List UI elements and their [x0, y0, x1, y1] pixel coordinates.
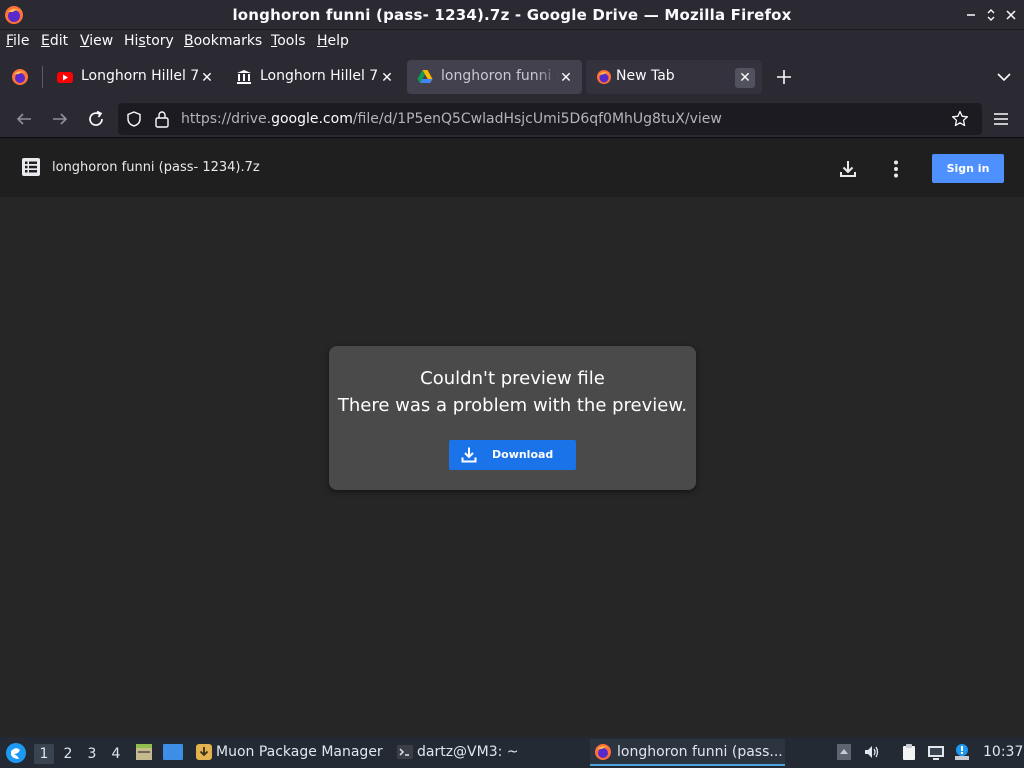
- hamburger-menu-icon[interactable]: [990, 108, 1012, 130]
- youtube-icon: [57, 69, 73, 85]
- scroll-arrow-icon[interactable]: [835, 743, 853, 761]
- lock-icon[interactable]: [154, 110, 170, 128]
- tab-label: Longhorn Hillel 7 (: [81, 68, 199, 84]
- tab-drive-active[interactable]: longhoron funni (p ✕: [407, 60, 582, 94]
- app-launcher-icon[interactable]: [5, 742, 27, 764]
- package-manager-icon: [195, 743, 213, 761]
- tab-youtube-1[interactable]: Longhorn Hillel 7 ( ✕: [47, 60, 221, 94]
- close-tab-icon[interactable]: ✕: [556, 68, 576, 88]
- task-label: dartz@VM3: ~: [417, 744, 519, 760]
- tab-bar: Longhorn Hillel 7 ( ✕ Longhorn Hillel 7 …: [0, 54, 1024, 100]
- terminal-icon: [396, 743, 414, 761]
- menu-bookmarks[interactable]: Bookmarks: [184, 33, 262, 49]
- more-options-icon[interactable]: [886, 159, 906, 179]
- navigation-toolbar: https://drive.google.com/file/d/1P5enQ5C…: [0, 100, 1024, 138]
- download-icon[interactable]: [838, 159, 858, 179]
- tab-hillel-2[interactable]: Longhorn Hillel 7 ( ✕: [226, 60, 402, 94]
- task-terminal[interactable]: dartz@VM3: ~: [393, 739, 523, 766]
- file-type-list-icon: [22, 158, 40, 176]
- drive-header: longhoron funni (pass- 1234).7z Sign in: [0, 139, 1024, 197]
- tab-separator: [42, 66, 43, 88]
- menu-bar: File Edit View History Bookmarks Tools H…: [0, 30, 1024, 54]
- tab-label: longhoron funni (p: [441, 68, 559, 84]
- google-drive-icon: [417, 69, 433, 85]
- url-text[interactable]: https://drive.google.com/file/d/1P5enQ5C…: [181, 111, 722, 127]
- workspace-3[interactable]: 3: [82, 744, 102, 764]
- close-tab-icon[interactable]: ✕: [735, 68, 755, 88]
- tab-label: New Tab: [616, 68, 675, 84]
- list-all-tabs-chevron-icon[interactable]: [994, 67, 1014, 87]
- menu-history[interactable]: History: [124, 33, 174, 49]
- url-prefix: https://drive.: [181, 111, 272, 127]
- workspace-1[interactable]: 1: [34, 744, 54, 764]
- clipboard-icon[interactable]: [900, 743, 918, 761]
- download-button[interactable]: Download: [449, 440, 576, 470]
- close-window-button[interactable]: [1002, 6, 1020, 24]
- new-tab-plus-icon[interactable]: [774, 67, 794, 87]
- download-button-label: Download: [492, 448, 554, 461]
- menu-file[interactable]: File: [6, 33, 29, 49]
- task-label: Muon Package Manager: [216, 744, 383, 760]
- show-desktop-icon[interactable]: [162, 743, 184, 761]
- task-label: longhoron funni (pass...: [617, 744, 783, 760]
- tab-label: Longhorn Hillel 7 (: [260, 68, 380, 84]
- clock[interactable]: 10:37: [983, 744, 1023, 760]
- preview-error-heading: Couldn't preview file: [420, 368, 605, 389]
- firefox-icon: [594, 743, 612, 761]
- file-title: longhoron funni (pass- 1234).7z: [52, 160, 260, 175]
- file-manager-icon[interactable]: [134, 742, 154, 762]
- close-tab-icon[interactable]: ✕: [197, 68, 217, 88]
- menu-help[interactable]: Help: [317, 33, 349, 49]
- download-icon: [460, 446, 478, 464]
- network-icon[interactable]: [927, 743, 945, 761]
- url-domain: google.com: [271, 111, 353, 127]
- preview-error-card: Couldn't preview file There was a proble…: [329, 346, 696, 490]
- close-tab-icon[interactable]: ✕: [377, 68, 397, 88]
- tracking-shield-icon[interactable]: [126, 111, 142, 127]
- firefox-icon: [596, 69, 612, 85]
- forward-arrow-icon[interactable]: [49, 108, 71, 130]
- bookmark-star-icon[interactable]: [951, 110, 969, 128]
- volume-icon[interactable]: [863, 743, 881, 761]
- menu-view[interactable]: View: [80, 33, 113, 49]
- url-bar[interactable]: https://drive.google.com/file/d/1P5enQ5C…: [118, 103, 982, 135]
- back-arrow-icon[interactable]: [13, 108, 35, 130]
- update-notifier-icon[interactable]: [953, 743, 971, 761]
- reload-icon[interactable]: [85, 108, 107, 130]
- menu-edit[interactable]: Edit: [41, 33, 68, 49]
- restore-button[interactable]: [982, 6, 1000, 24]
- menu-tools[interactable]: Tools: [271, 33, 306, 49]
- tab-new-tab[interactable]: New Tab ✕: [586, 60, 762, 94]
- preview-area: Couldn't preview file There was a proble…: [0, 197, 1024, 737]
- building-icon: [236, 69, 252, 85]
- system-taskbar: 1 2 3 4 Muon Package Manager dartz@VM3: …: [0, 737, 1024, 768]
- preview-error-message: There was a problem with the preview.: [337, 395, 688, 416]
- workspace-4[interactable]: 4: [106, 744, 126, 764]
- task-muon-package-manager[interactable]: Muon Package Manager: [192, 739, 383, 766]
- url-path: /file/d/1P5enQ5CwladHsjcUmi5D6qf0MhUg8tu…: [352, 111, 722, 127]
- minimize-button[interactable]: [962, 6, 980, 24]
- sign-in-button[interactable]: Sign in: [932, 154, 1004, 183]
- workspace-2[interactable]: 2: [58, 744, 78, 764]
- firefox-view-icon[interactable]: [10, 67, 30, 87]
- window-titlebar: longhoron funni (pass- 1234).7z - Google…: [0, 0, 1024, 30]
- window-title: longhoron funni (pass- 1234).7z - Google…: [232, 6, 792, 24]
- task-firefox-drive[interactable]: longhoron funni (pass...: [590, 739, 785, 766]
